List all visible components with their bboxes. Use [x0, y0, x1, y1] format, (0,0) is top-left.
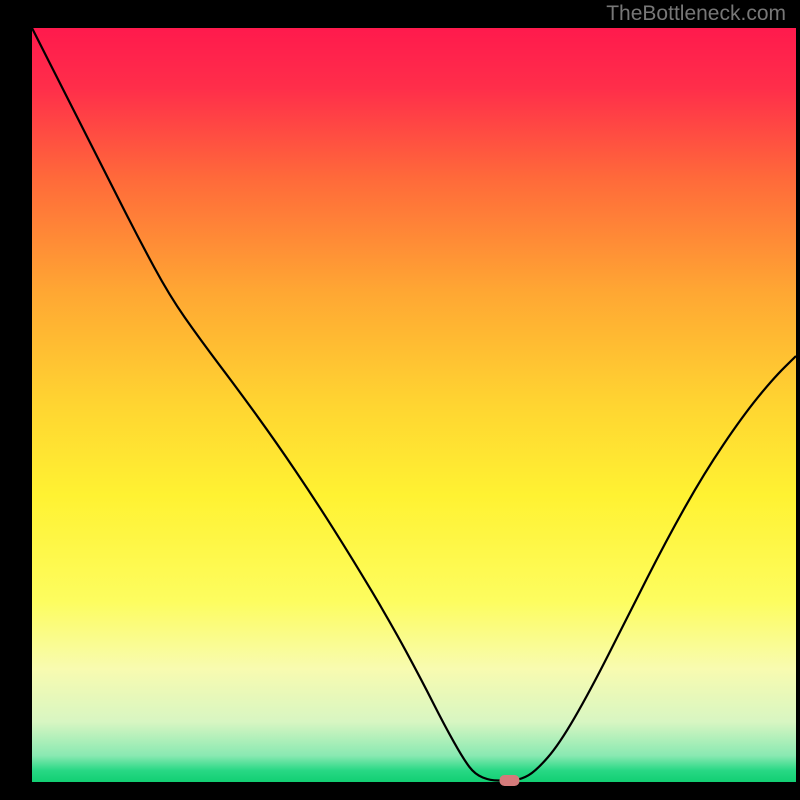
- optimal-point-marker: [500, 775, 520, 786]
- chart-plot-area: [32, 28, 796, 782]
- watermark-text: TheBottleneck.com: [606, 2, 786, 26]
- chart-container: TheBottleneck.com: [0, 0, 800, 800]
- bottleneck-curve-chart: [0, 0, 800, 800]
